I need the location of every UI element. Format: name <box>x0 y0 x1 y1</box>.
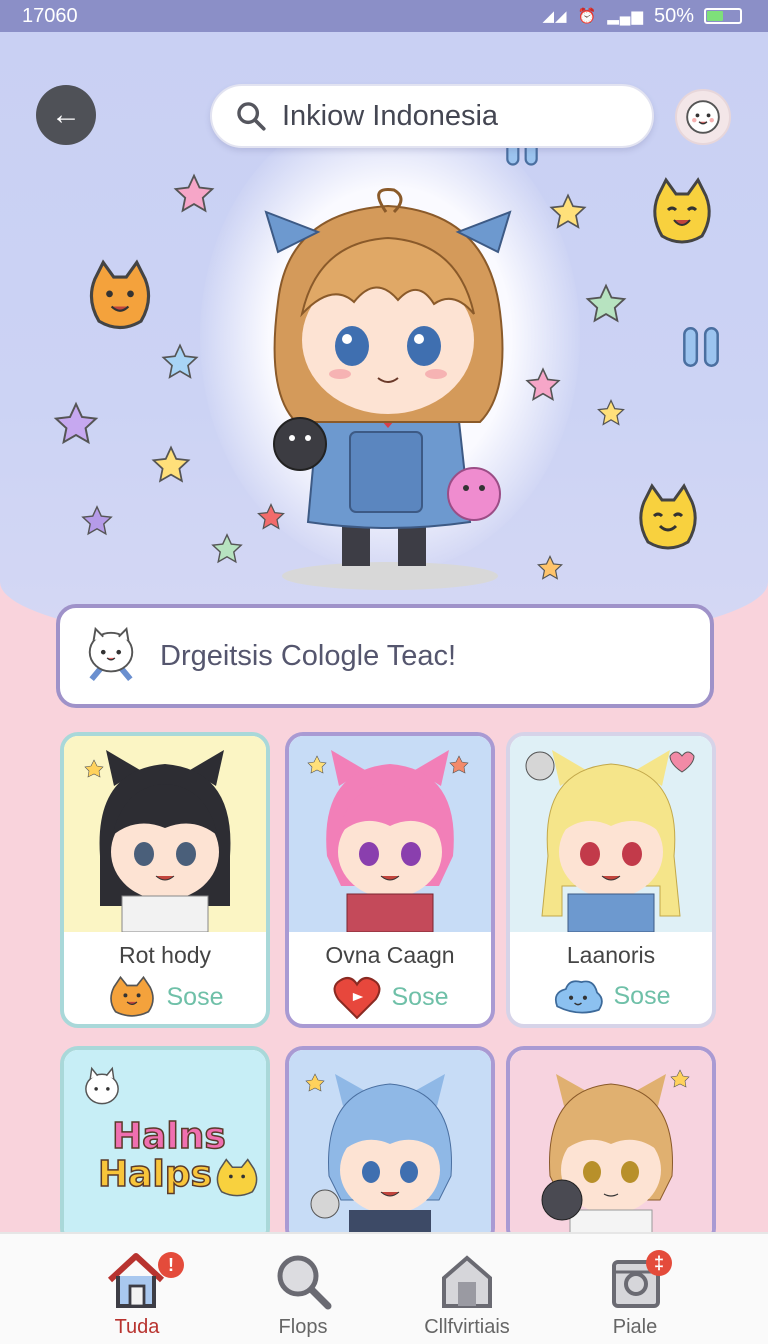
cat-mascot-icon <box>653 177 711 244</box>
character-card[interactable]: Rot hody Sose <box>60 732 270 1028</box>
status-indicators: ◢◢ ⏰ ▂▄▆ 50% <box>542 4 742 28</box>
heart-icon <box>333 976 380 1020</box>
star-icon <box>585 283 627 323</box>
face-icon <box>686 100 720 134</box>
character-card[interactable] <box>506 1046 716 1246</box>
cat-mascot-icon <box>639 483 697 550</box>
character-illustration <box>84 750 231 933</box>
banner-text: Drgeitsis Cologle Teac! <box>160 639 457 672</box>
announcement-banner[interactable]: Drgeitsis Cologle Teac! <box>56 604 714 708</box>
battery-level <box>707 11 723 21</box>
magnifier-icon <box>277 1255 332 1310</box>
status-label: Sose <box>613 981 671 1010</box>
star-icon <box>81 505 113 536</box>
bottom-tab-bar: ! Tuda Flops Cllfvirtiais ‡ Piale <box>0 1232 768 1344</box>
tab-flops[interactable]: Flops <box>228 1234 378 1344</box>
notification-badge: ‡ <box>646 1250 672 1276</box>
star-icon <box>173 173 215 213</box>
character-illustration <box>307 750 469 933</box>
card-art <box>289 1050 491 1242</box>
tab-piale[interactable]: ‡ Piale <box>560 1234 710 1344</box>
character-card[interactable]: Halns Halps <box>60 1046 270 1246</box>
character-illustration <box>525 750 695 933</box>
status-label: Sose <box>166 982 224 1011</box>
tab-label: Piale <box>612 1316 658 1338</box>
arrow-left-icon: ← <box>51 98 81 131</box>
search-icon <box>237 102 266 131</box>
tab-label: Flops <box>278 1316 328 1338</box>
blob-icon <box>554 980 603 1014</box>
bunny-mascot-icon <box>85 1066 119 1105</box>
card-art-title: Halns <box>111 1115 226 1158</box>
card-art <box>510 1050 712 1242</box>
star-icon <box>549 193 587 229</box>
notification-badge: ! <box>158 1252 184 1278</box>
tab-label: Cllfvirtiais <box>424 1316 510 1338</box>
chick-icon <box>109 975 154 1017</box>
character-card[interactable] <box>285 1046 495 1246</box>
card-name: Laanoris <box>566 942 656 968</box>
card-status: Sose <box>64 974 266 1020</box>
card-name: Rot hody <box>118 942 212 968</box>
card-name: Ovna Caagn <box>325 942 455 968</box>
status-label: Sose <box>391 982 449 1011</box>
tab-label: Tuda <box>114 1316 160 1338</box>
status-time: 17060 <box>22 4 78 27</box>
main-character-illustration <box>264 187 512 590</box>
tab-tuda[interactable]: ! Tuda <box>62 1234 212 1344</box>
bunny-mascot-icon <box>88 626 134 682</box>
card-art: Halns Halps <box>64 1050 266 1242</box>
star-icon <box>53 401 99 445</box>
hero-section: ← Inkiow Indonesia <box>0 32 768 652</box>
profile-button[interactable] <box>675 89 731 145</box>
card-art-subtitle: Halps <box>97 1153 212 1196</box>
star-icon <box>597 399 625 426</box>
cat-mascot-icon <box>89 259 151 330</box>
tab-cllfvirtiais[interactable]: Cllfvirtiais <box>392 1234 542 1344</box>
star-icon <box>525 367 561 401</box>
character-card[interactable]: Laanoris Sose <box>506 732 716 1028</box>
card-art <box>510 736 712 933</box>
search-input[interactable]: Inkiow Indonesia <box>282 100 498 133</box>
battery-percent: 50% <box>653 4 694 27</box>
star-icon <box>211 533 243 564</box>
star-icon <box>151 445 191 483</box>
character-illustration <box>305 1073 452 1242</box>
network-icon: ◢◢ <box>542 8 568 25</box>
status-bar: 17060 ◢◢ ⏰ ▂▄▆ 50% <box>0 0 768 32</box>
star-icon <box>537 554 563 580</box>
star-icon <box>161 343 199 379</box>
card-status: Sose <box>289 974 491 1020</box>
back-button[interactable]: ← <box>36 85 96 145</box>
card-art <box>64 736 266 933</box>
character-card[interactable]: Ovna Caagn Sose <box>285 732 495 1028</box>
character-illustration <box>541 1069 690 1242</box>
pause-icon <box>683 327 719 367</box>
alarm-icon: ⏰ <box>577 8 598 25</box>
search-bar[interactable]: Inkiow Indonesia <box>210 84 654 148</box>
chick-icon <box>216 1158 258 1197</box>
card-art <box>289 736 491 933</box>
signal-icon: ▂▄▆ <box>607 8 644 25</box>
card-status: Sose <box>510 974 712 1018</box>
battery-icon <box>704 8 742 24</box>
house-icon <box>442 1255 492 1308</box>
